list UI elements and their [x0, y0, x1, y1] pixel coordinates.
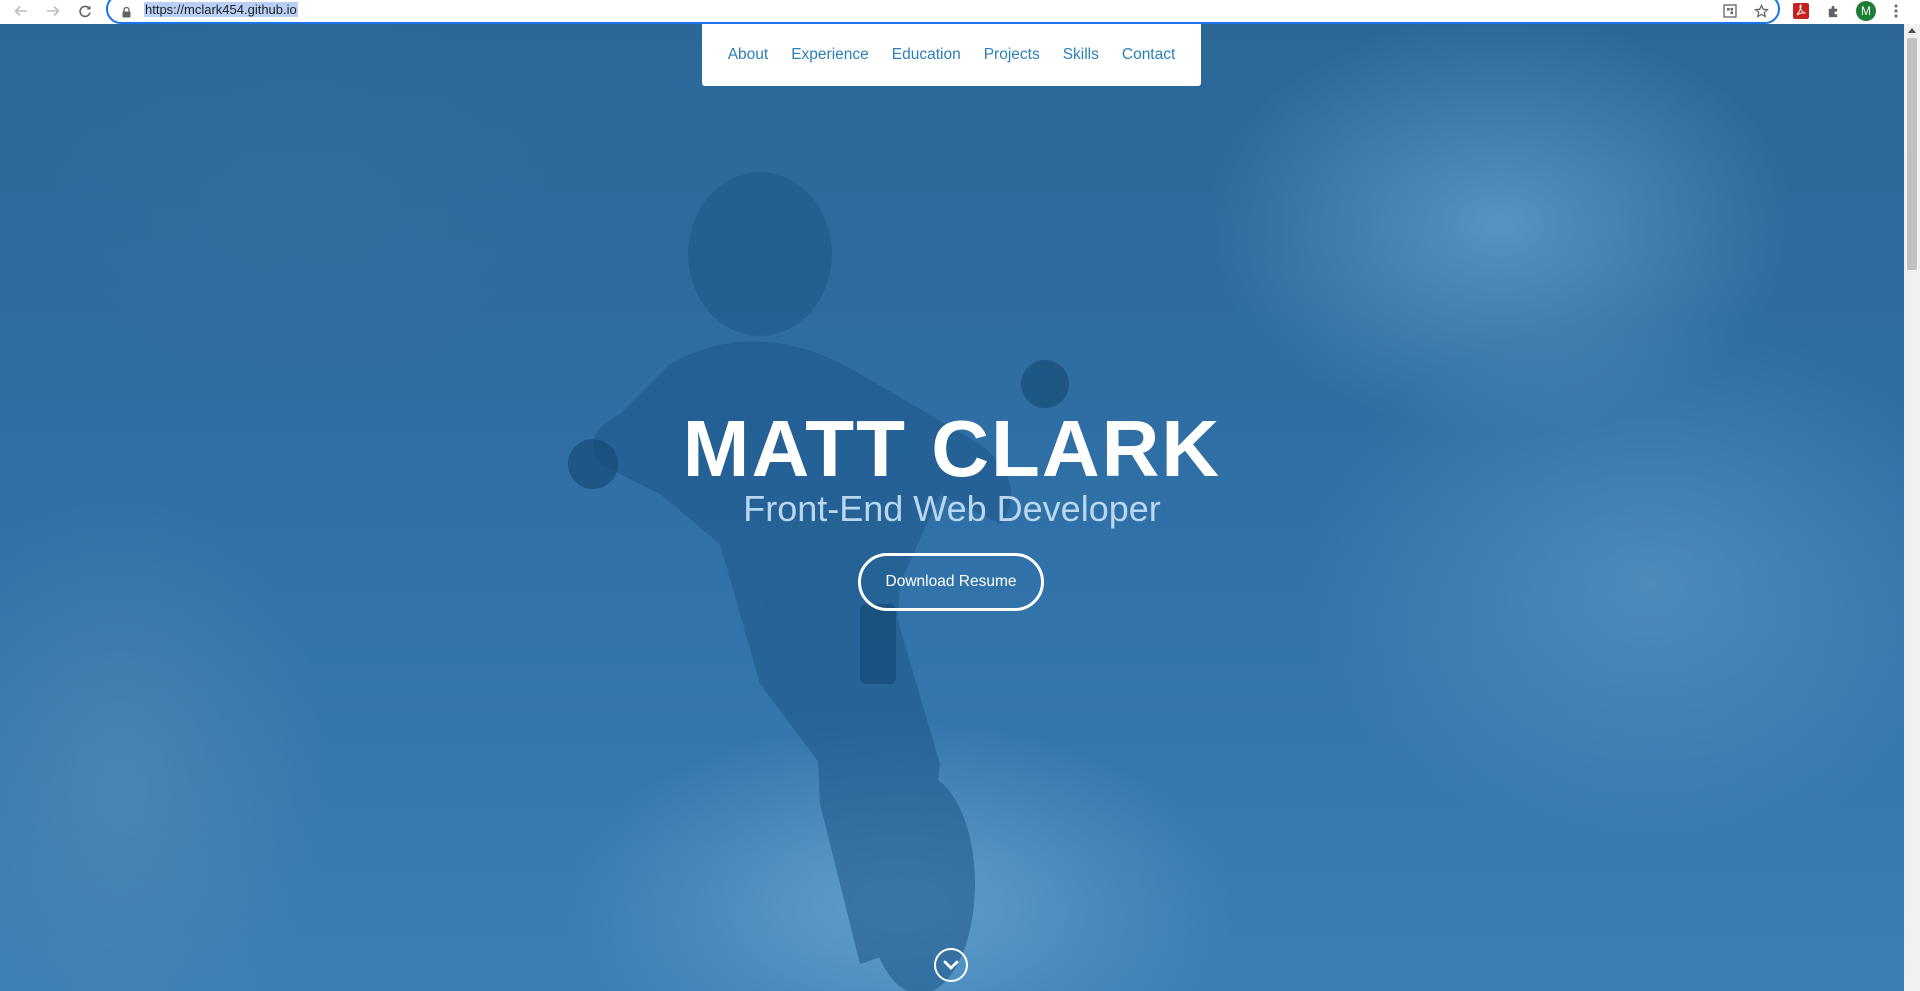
- address-bar[interactable]: https://mclark454.github.io: [106, 0, 1780, 24]
- extensions-puzzle-icon[interactable]: [1823, 1, 1843, 21]
- nav-item-skills[interactable]: Skills: [1051, 46, 1110, 64]
- scrollbar-thumb[interactable]: [1907, 38, 1917, 270]
- chevron-down-icon: [943, 960, 959, 970]
- back-icon[interactable]: [12, 2, 30, 20]
- page-viewport: About Experience Education Projects Skil…: [0, 24, 1904, 991]
- forward-icon[interactable]: [44, 2, 62, 20]
- scroll-up-arrow-icon[interactable]: [1908, 28, 1916, 33]
- url-text[interactable]: https://mclark454.github.io: [144, 2, 298, 17]
- browser-toolbar: https://mclark454.github.io M: [0, 0, 1920, 24]
- bookmark-star-icon[interactable]: [1751, 1, 1771, 21]
- top-navigation: About Experience Education Projects Skil…: [702, 24, 1201, 86]
- qr-code-icon[interactable]: [1720, 1, 1740, 21]
- lock-icon[interactable]: [122, 5, 131, 23]
- nav-item-experience[interactable]: Experience: [780, 46, 881, 64]
- profile-avatar[interactable]: M: [1856, 1, 1876, 21]
- scroll-down-button[interactable]: [934, 948, 968, 982]
- nav-item-projects[interactable]: Projects: [972, 46, 1051, 64]
- page-scrollbar[interactable]: [1904, 24, 1920, 991]
- hero-subtitle: Front-End Web Developer: [743, 488, 1161, 529]
- pdf-extension-icon[interactable]: [1792, 1, 1810, 21]
- kebab-menu-icon[interactable]: [1890, 1, 1902, 21]
- download-resume-button[interactable]: Download Resume: [858, 553, 1044, 611]
- nav-item-education[interactable]: Education: [880, 46, 972, 64]
- nav-item-about[interactable]: About: [716, 46, 780, 64]
- reload-icon[interactable]: [76, 2, 94, 20]
- hero-title: MATT CLARK: [682, 404, 1222, 493]
- nav-item-contact[interactable]: Contact: [1110, 46, 1186, 64]
